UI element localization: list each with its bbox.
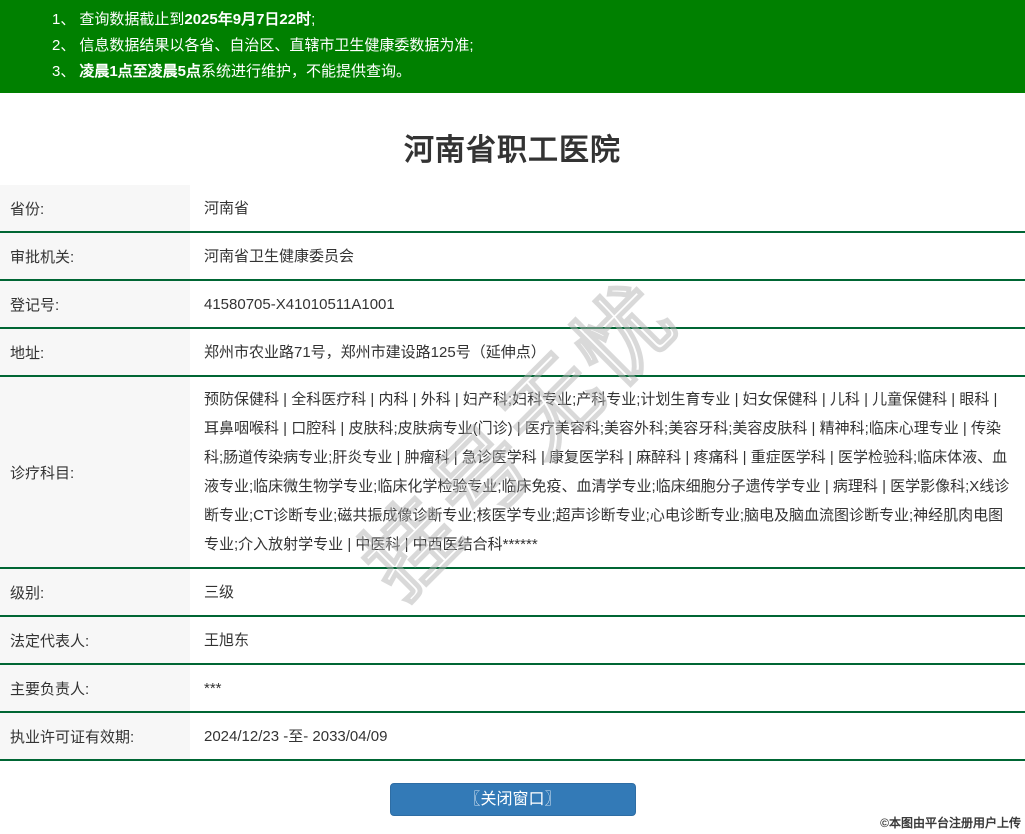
table-row-legal-representative: 法定代表人: 王旭东 — [0, 617, 1025, 665]
table-row-registration-number: 登记号: 41580705-X41010511A1001 — [0, 281, 1025, 329]
notice-text: ; — [311, 11, 316, 28]
field-label: 地址: — [0, 329, 190, 375]
notice-number: 2、 — [52, 37, 76, 54]
field-value: 三级 — [204, 583, 235, 601]
field-value: 河南省卫生健康委员会 — [204, 247, 355, 265]
notice-line: 1、 查询数据截止到2025年9月7日22时; — [52, 7, 1025, 33]
table-row-principal: 主要负责人: *** — [0, 665, 1025, 713]
notice-text: 查询数据截止到 — [79, 11, 185, 28]
field-value: 2024/12/23 -至- 2033/04/09 — [204, 727, 388, 745]
table-row-license-validity: 执业许可证有效期: 2024/12/23 -至- 2033/04/09 — [0, 713, 1025, 761]
field-value: *** — [204, 679, 222, 697]
notice-line: 2、 信息数据结果以各省、自治区、直辖市卫生健康委数据为准; — [52, 33, 1025, 59]
table-row-approval-authority: 审批机关: 河南省卫生健康委员会 — [0, 233, 1025, 281]
hospital-info-table: 省份: 河南省 审批机关: 河南省卫生健康委员会 登记号: 41580705-X… — [0, 185, 1025, 761]
notice-text: 系统进行维护，不能提供查询。 — [201, 63, 412, 80]
notice-banner: 1、 查询数据截止到2025年9月7日22时; 2、 信息数据结果以各省、自治区、直… — [0, 0, 1025, 93]
field-label: 省份: — [0, 185, 190, 231]
footer-bar: 〖关闭窗口〗 ©本图由平台注册用户上传 — [0, 783, 1025, 834]
field-label: 主要负责人: — [0, 665, 190, 711]
field-label: 诊疗科目: — [0, 377, 190, 567]
field-label: 审批机关: — [0, 233, 190, 279]
field-label: 法定代表人: — [0, 617, 190, 663]
table-row-level: 级别: 三级 — [0, 569, 1025, 617]
field-value: 王旭东 — [204, 631, 250, 649]
table-row-medical-subjects: 诊疗科目: 预防保健科 | 全科医疗科 | 内科 | 外科 | 妇产科;妇科专业… — [0, 377, 1025, 569]
field-value: 河南省 — [204, 199, 250, 217]
notice-number: 1、 — [52, 11, 76, 28]
table-row-province: 省份: 河南省 — [0, 185, 1025, 233]
notice-text-bold: 凌晨1点至凌晨5点 — [79, 63, 202, 80]
notice-line: 3、 凌晨1点至凌晨5点系统进行维护，不能提供查询。 — [52, 59, 1025, 85]
close-window-button[interactable]: 〖关闭窗口〗 — [389, 783, 636, 816]
field-label: 登记号: — [0, 281, 190, 327]
notice-text-bold: 2025年9月7日22时 — [184, 11, 312, 28]
field-label: 执业许可证有效期: — [0, 713, 190, 759]
field-label: 级别: — [0, 569, 190, 615]
page-title: 河南省职工医院 — [404, 134, 621, 167]
field-value: 41580705-X41010511A1001 — [204, 295, 395, 313]
table-row-address: 地址: 郑州市农业路71号，郑州市建设路125号（延伸点） — [0, 329, 1025, 377]
field-value: 郑州市农业路71号，郑州市建设路125号（延伸点） — [204, 343, 546, 361]
field-value: 预防保健科 | 全科医疗科 | 内科 | 外科 | 妇产科;妇科专业;产科专业;… — [204, 391, 1010, 553]
hospital-detail-panel: 河南省职工医院 省份: 河南省 审批机关: 河南省卫生健康委员会 登记号: 41… — [0, 93, 1025, 772]
notice-text: 信息数据结果以各省、自治区、直辖市卫生健康委数据为准; — [79, 37, 474, 54]
notice-number: 3、 — [52, 63, 76, 80]
